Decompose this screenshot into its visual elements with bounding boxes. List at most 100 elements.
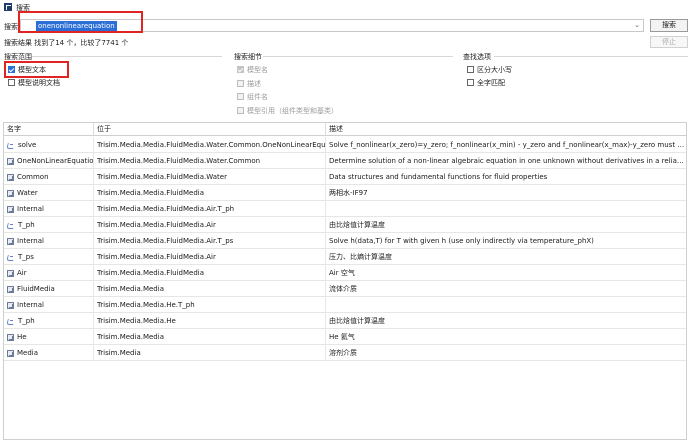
column-header-location[interactable]: 位于 <box>94 123 326 136</box>
table-row[interactable]: Internal Trisim.Media.Media.FluidMedia.Ai… <box>4 201 686 217</box>
cell-location: Trisim.Media.Media.FluidMedia.Air.T_ph <box>94 201 326 217</box>
function-icon <box>7 318 15 325</box>
cell-location: Trisim.Media.Media.FluidMedia.Water.Comm… <box>94 153 326 169</box>
cell-name-text: He <box>17 333 27 341</box>
cell-location: Trisim.Media.Media.FluidMedia <box>94 265 326 281</box>
class-icon <box>7 269 14 277</box>
chevron-down-icon[interactable]: ⌄ <box>634 21 640 29</box>
checkbox-icon[interactable] <box>237 107 244 114</box>
option-label: 模型说明文档 <box>18 78 60 87</box>
cell-name: Water <box>4 185 94 201</box>
table-row[interactable]: T_ps Trisim.Media.Media.FluidMedia.Air 压力、… <box>4 249 686 265</box>
cell-description: 压力、比熵计算温度 <box>329 253 392 261</box>
checkbox-icon[interactable] <box>8 66 15 73</box>
table-row[interactable]: T_ph Trisim.Media.Media.He 由比焓值计算温度 <box>4 313 686 329</box>
cell-name-text: Internal <box>17 301 44 309</box>
checkbox-icon[interactable] <box>237 80 244 87</box>
table-row[interactable]: Internal Trisim.Media.Media.He.T_ph <box>4 297 686 313</box>
table-row[interactable]: He Trisim.Media.Media He 氦气 <box>4 329 686 345</box>
cell-name: OneNonLinearEquation <box>4 153 94 169</box>
details-title: 搜索细节 <box>234 53 262 61</box>
search-button[interactable]: 搜索 <box>650 19 688 32</box>
cell-name-text: Internal <box>17 205 44 213</box>
checkbox-icon[interactable] <box>467 79 474 86</box>
cell-description: Air 空气 <box>329 269 355 277</box>
class-icon <box>7 189 14 197</box>
function-icon <box>7 222 15 229</box>
checkbox-icon[interactable] <box>8 79 15 86</box>
cell-name: Internal <box>4 201 94 217</box>
details-divider <box>263 56 453 57</box>
option-label: 组件名 <box>247 92 268 101</box>
details-option-model-name[interactable]: 模型名 <box>237 65 268 74</box>
scope-title: 搜索范围 <box>4 53 32 61</box>
cell-name-text: Media <box>17 349 39 357</box>
results-table[interactable]: 名字 位于 描述 solve Trisim.Media.Media.FluidMe… <box>3 122 687 440</box>
cell-location: Trisim.Media.Media.FluidMedia.Water <box>94 169 326 185</box>
option-label: 模型文本 <box>18 65 46 74</box>
cell-description: 两相水-IF97 <box>329 189 368 197</box>
find-options-title: 查找选项 <box>463 53 491 61</box>
cell-location: Trisim.Media.Media <box>94 281 326 297</box>
option-label: 描述 <box>247 79 261 88</box>
cell-name: Common <box>4 169 94 185</box>
cell-location: Trisim.Media.Media.He.T_ph <box>94 297 326 313</box>
scope-option-model-text[interactable]: 模型文本 <box>8 65 46 74</box>
cell-name: Media <box>4 345 94 361</box>
cell-location: Trisim.Media.Media.FluidMedia.Air.T_ps <box>94 233 326 249</box>
cell-name-text: T_ps <box>18 253 34 261</box>
table-header: 名字 位于 描述 <box>4 123 686 136</box>
cell-name: He <box>4 329 94 345</box>
search-result-summary: 搜索结果 找到了14 个，比较了7741 个 <box>4 39 129 47</box>
checkbox-icon[interactable] <box>467 66 474 73</box>
table-row[interactable]: FluidMedia Trisim.Media.Media 流体介质 <box>4 281 686 297</box>
details-option-model-reference[interactable]: 模型引用（组件类型和基类） <box>237 106 338 115</box>
class-icon <box>7 157 14 165</box>
cell-name-text: T_ph <box>18 221 35 229</box>
cell-name: T_ph <box>4 217 94 233</box>
cell-name-text: Water <box>17 189 38 197</box>
class-icon <box>7 349 14 357</box>
cell-location: Trisim.Media.Media.FluidMedia.Air <box>94 249 326 265</box>
cell-name: T_ph <box>4 313 94 329</box>
checkbox-icon[interactable] <box>237 66 244 73</box>
highlight-search-input <box>18 11 143 33</box>
cell-description: 溶剂介质 <box>329 349 357 357</box>
cell-name: Internal <box>4 233 94 249</box>
cell-location: Trisim.Media.Media.FluidMedia <box>94 185 326 201</box>
table-row[interactable]: OneNonLinearEquation Trisim.Media.Media.F… <box>4 153 686 169</box>
details-option-component-name[interactable]: 组件名 <box>237 92 268 101</box>
class-icon <box>7 205 14 213</box>
find-option-case-sensitive[interactable]: 区分大小写 <box>467 65 512 74</box>
cell-description: Solve f_nonlinear(x_zero)=y_zero; f_nonl… <box>329 141 687 149</box>
table-row[interactable]: Water Trisim.Media.Media.FluidMedia 两相水-IF… <box>4 185 686 201</box>
scope-option-model-docs[interactable]: 模型说明文档 <box>8 78 60 87</box>
table-row[interactable]: solve Trisim.Media.Media.FluidMedia.Water… <box>4 137 686 153</box>
cell-description <box>326 201 686 217</box>
details-option-description[interactable]: 描述 <box>237 79 261 88</box>
table-row[interactable]: Internal Trisim.Media.Media.FluidMedia.Ai… <box>4 233 686 249</box>
cell-name-text: OneNonLinearEquation <box>17 157 94 165</box>
cell-description: Determine solution of a non-linear algeb… <box>329 157 687 165</box>
table-row[interactable]: Media Trisim.Media 溶剂介质 <box>4 345 686 361</box>
option-label: 区分大小写 <box>477 65 512 74</box>
cell-location: Trisim.Media.Media.FluidMedia.Air <box>94 217 326 233</box>
find-options-divider <box>494 56 688 57</box>
cell-description <box>326 297 686 313</box>
column-header-name[interactable]: 名字 <box>4 123 94 136</box>
cell-location: Trisim.Media <box>94 345 326 361</box>
stop-button[interactable]: 停止 <box>650 36 688 48</box>
find-option-whole-word[interactable]: 全字匹配 <box>467 78 505 87</box>
scope-divider <box>32 56 222 57</box>
table-row[interactable]: T_ph Trisim.Media.Media.FluidMedia.Air 由比焓… <box>4 217 686 233</box>
cell-name: solve <box>4 137 94 153</box>
column-header-description[interactable]: 描述 <box>326 123 686 136</box>
cell-name-text: solve <box>18 141 37 149</box>
option-label: 全字匹配 <box>477 78 505 87</box>
class-icon <box>7 237 14 245</box>
cell-name: Air <box>4 265 94 281</box>
cell-name: FluidMedia <box>4 281 94 297</box>
checkbox-icon[interactable] <box>237 93 244 100</box>
table-row[interactable]: Common Trisim.Media.Media.FluidMedia.Wate… <box>4 169 686 185</box>
table-row[interactable]: Air Trisim.Media.Media.FluidMedia Air 空气 <box>4 265 686 281</box>
